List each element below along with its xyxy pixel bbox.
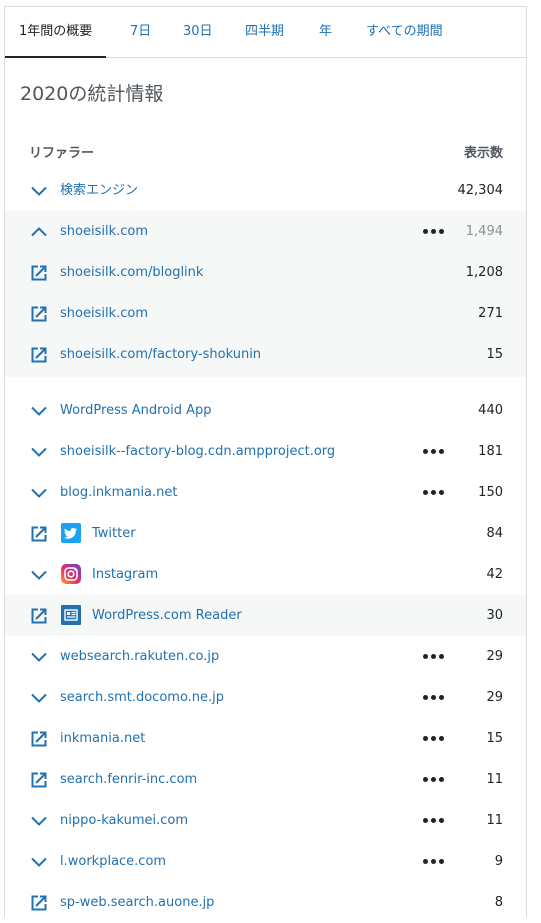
- view-count: 29: [486, 649, 503, 664]
- tab-year-overview[interactable]: 1年間の概要: [4, 7, 107, 58]
- referrer-label[interactable]: blog.inkmania.net: [60, 472, 178, 513]
- view-count: 42,304: [457, 183, 504, 198]
- view-count: 1,208: [465, 265, 503, 280]
- more-options-icon[interactable]: [423, 490, 445, 496]
- referrer-label[interactable]: search.fenrir-inc.com: [60, 759, 197, 800]
- referrer-label[interactable]: websearch.rakuten.co.jp: [60, 636, 219, 677]
- referrer-row[interactable]: shoeisilk.com/bloglink 1,208: [5, 252, 526, 293]
- referrer-row[interactable]: Twitter 84: [5, 513, 526, 554]
- external-link-icon[interactable]: [30, 305, 48, 323]
- referrer-label[interactable]: shoeisilk.com/bloglink: [60, 252, 203, 293]
- page-title: 2020の統計情報: [20, 83, 164, 105]
- more-options-icon[interactable]: [423, 449, 445, 455]
- referrer-label[interactable]: Instagram: [92, 554, 158, 595]
- view-count: 271: [478, 306, 503, 321]
- view-count: 15: [486, 347, 503, 362]
- chevron-down-icon[interactable]: [30, 566, 48, 584]
- referrer-label[interactable]: WordPress.com Reader: [92, 595, 242, 636]
- tab-all-time[interactable]: すべての期間: [366, 7, 443, 57]
- referrer-row[interactable]: nippo-kakumei.com 11: [5, 800, 526, 841]
- period-tabs: 1年間の概要 7日 30日 四半期 年 すべての期間: [4, 7, 526, 58]
- referrer-row[interactable]: shoeisilk.com 1,494: [5, 211, 526, 252]
- more-options-icon[interactable]: [423, 229, 445, 235]
- view-count: 11: [486, 813, 503, 828]
- external-link-icon[interactable]: [30, 894, 48, 912]
- referrer-label[interactable]: 検索エンジン: [60, 170, 138, 211]
- referrer-label[interactable]: search.smt.docomo.ne.jp: [60, 677, 224, 718]
- more-options-icon[interactable]: [423, 859, 445, 865]
- referrer-label[interactable]: shoeisilk--factory-blog.cdn.ampproject.o…: [60, 431, 335, 472]
- referrer-row[interactable]: shoeisilk--factory-blog.cdn.ampproject.o…: [5, 431, 526, 472]
- referrer-row[interactable]: shoeisilk.com/factory-shokunin 15: [5, 334, 526, 377]
- more-options-icon[interactable]: [423, 695, 445, 701]
- chevron-down-icon[interactable]: [30, 402, 48, 420]
- view-count: 440: [478, 403, 503, 418]
- external-link-icon[interactable]: [30, 346, 48, 364]
- stats-card: 1年間の概要 7日 30日 四半期 年 すべての期間 2020の統計情報 リファ…: [4, 6, 527, 917]
- referrer-row[interactable]: websearch.rakuten.co.jp 29: [5, 636, 526, 677]
- referrer-row[interactable]: inkmania.net 15: [5, 718, 526, 759]
- instagram-logo-icon: [61, 564, 81, 584]
- view-count: 150: [478, 485, 503, 500]
- referrer-row[interactable]: search.fenrir-inc.com 11: [5, 759, 526, 800]
- referrer-row[interactable]: WordPress.com Reader 30: [5, 595, 526, 636]
- tab-year[interactable]: 年: [319, 7, 332, 57]
- chevron-down-icon[interactable]: [30, 648, 48, 666]
- view-count: 15: [486, 731, 503, 746]
- referrer-row[interactable]: 検索エンジン 42,304: [5, 170, 526, 211]
- external-link-icon[interactable]: [30, 771, 48, 789]
- view-count: 30: [486, 608, 503, 623]
- referrer-label[interactable]: shoeisilk.com: [60, 293, 148, 334]
- chevron-down-icon[interactable]: [30, 853, 48, 871]
- view-count: 1,494: [465, 224, 503, 239]
- referrer-row[interactable]: l.workplace.com 9: [5, 841, 526, 882]
- referrer-label[interactable]: l.workplace.com: [60, 841, 166, 882]
- view-count: 42: [486, 567, 503, 582]
- referrer-row[interactable]: search.smt.docomo.ne.jp 29: [5, 677, 526, 718]
- chevron-down-icon[interactable]: [30, 484, 48, 502]
- referrer-label[interactable]: nippo-kakumei.com: [60, 800, 188, 841]
- referrer-row[interactable]: blog.inkmania.net 150: [5, 472, 526, 513]
- chevron-down-icon[interactable]: [30, 182, 48, 200]
- referrer-column-header: リファラー: [29, 146, 95, 161]
- views-column-header: 表示数: [463, 146, 503, 161]
- referrer-label[interactable]: shoeisilk.com: [60, 211, 148, 252]
- tab-30-days[interactable]: 30日: [183, 7, 213, 57]
- referrer-label[interactable]: inkmania.net: [60, 718, 145, 759]
- referrer-label[interactable]: shoeisilk.com/factory-shokunin: [60, 334, 261, 375]
- referrer-row[interactable]: WordPress Android App 440: [5, 390, 526, 431]
- external-link-icon[interactable]: [30, 730, 48, 748]
- chevron-down-icon[interactable]: [30, 689, 48, 707]
- twitter-logo-icon: [61, 523, 81, 543]
- more-options-icon[interactable]: [423, 777, 445, 783]
- external-link-icon[interactable]: [30, 607, 48, 625]
- view-count: 9: [494, 854, 503, 869]
- view-count: 29: [486, 690, 503, 705]
- external-link-icon[interactable]: [30, 525, 48, 543]
- view-count: 84: [486, 526, 503, 541]
- chevron-down-icon[interactable]: [30, 443, 48, 461]
- referrer-row[interactable]: Instagram 42: [5, 554, 526, 595]
- view-count: 181: [478, 444, 503, 459]
- referrer-row[interactable]: shoeisilk.com 271: [5, 293, 526, 334]
- tab-7-days[interactable]: 7日: [130, 7, 151, 57]
- referrer-label[interactable]: Twitter: [92, 513, 136, 554]
- referrer-label[interactable]: WordPress Android App: [60, 390, 212, 431]
- chevron-up-icon[interactable]: [30, 223, 48, 241]
- chevron-down-icon[interactable]: [30, 812, 48, 830]
- external-link-icon[interactable]: [30, 264, 48, 282]
- reader-logo-icon: [61, 605, 81, 625]
- more-options-icon[interactable]: [423, 818, 445, 824]
- view-count: 11: [486, 772, 503, 787]
- more-options-icon[interactable]: [423, 736, 445, 742]
- more-options-icon[interactable]: [423, 654, 445, 660]
- tab-quarter[interactable]: 四半期: [245, 7, 284, 57]
